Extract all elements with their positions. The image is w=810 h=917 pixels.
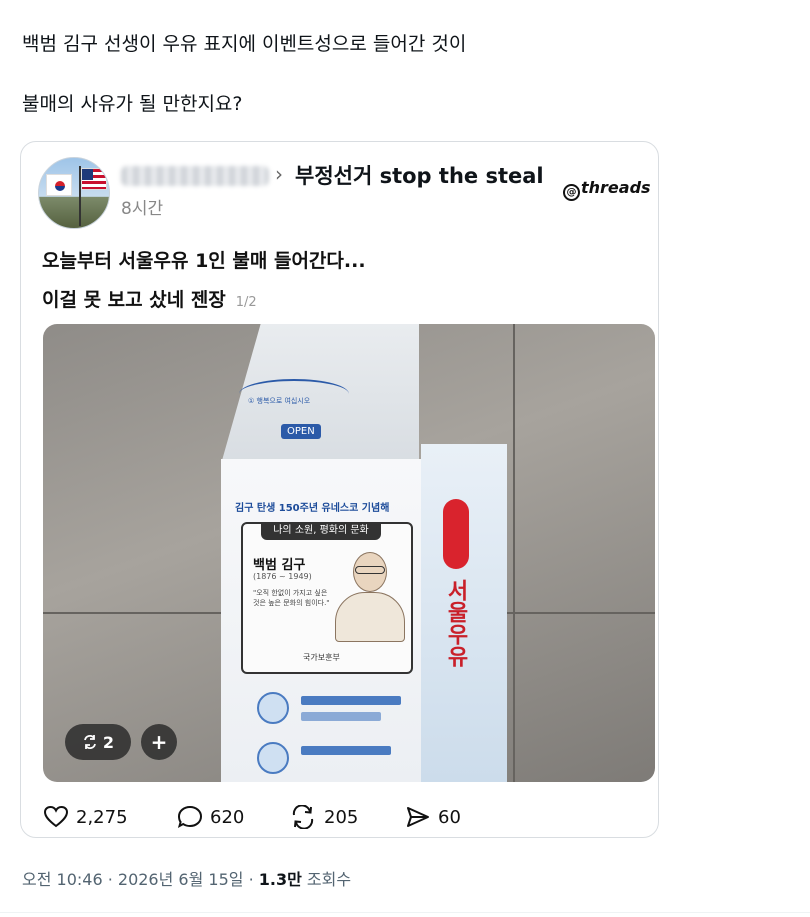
kim-gu-portrait-icon <box>335 548 405 642</box>
page-indicator: 1/2 <box>235 295 257 310</box>
carton-info-panel <box>253 686 413 782</box>
add-button[interactable]: + <box>141 724 177 760</box>
carton-title: 김구 탄생 150주년 유네스코 기념해 <box>235 503 390 514</box>
seoul-milk-logo-icon <box>443 499 469 569</box>
repost-count: 205 <box>324 806 359 828</box>
send-icon <box>407 807 429 827</box>
carton-open-label: OPEN <box>281 424 321 439</box>
repost-icon <box>84 735 96 749</box>
like-button[interactable]: 2,275 <box>43 805 128 829</box>
info-icon <box>257 742 289 774</box>
kim-gu-panel: 나의 소원, 평화의 문화 백범 김구 (1876 ~ 1949) "오직 한없… <box>241 522 413 674</box>
post-text-line-2: 불매의 사유가 될 만한지요? <box>22 93 243 115</box>
post-text-line-1: 백범 김구 선생이 우유 표지에 이벤트성으로 들어간 것이 <box>22 33 467 55</box>
comment-icon <box>177 805 203 828</box>
thread-text-line-1: 오늘부터 서울우유 1인 불매 들어간다... <box>42 250 366 272</box>
like-count: 2,275 <box>76 806 128 828</box>
post-image[interactable]: OPEN ① 행복으로 여십시오 서울우유 김구 탄생 150주년 유네스코 기… <box>43 324 655 782</box>
chevron-right-icon: › <box>275 162 283 186</box>
view-count: 1.3만 <box>258 870 302 889</box>
thread-text-line-2-content: 이걸 못 보고 샀네 젠장 <box>42 289 226 311</box>
us-flag-icon <box>81 168 107 190</box>
embedded-threads-card[interactable]: › 부정선거 stop the steal @ threads 8시간 오늘부터 … <box>20 141 659 838</box>
post-timestamp[interactable]: 오전 10:46 · 2026년 6월 15일 · <box>22 870 259 889</box>
carton-side: 서울우유 <box>421 444 507 782</box>
tile-grout <box>513 324 515 782</box>
heart-icon <box>43 805 69 828</box>
post-meta: 오전 10:46 · 2026년 6월 15일 · 1.3만 조회수 <box>22 866 351 890</box>
panel-name: 백범 김구 <box>253 558 306 573</box>
reply-button[interactable]: 620 <box>177 805 244 829</box>
reply-count: 620 <box>210 806 245 828</box>
blurred-username <box>121 166 269 186</box>
share-count: 60 <box>438 806 461 828</box>
info-icon <box>257 692 289 724</box>
carton-top-slogan: ① 행복으로 여십시오 <box>248 397 311 405</box>
threads-logo[interactable]: @ threads <box>563 178 651 201</box>
korean-flag-icon <box>46 174 72 196</box>
divider <box>0 912 810 913</box>
threads-wordmark: threads <box>581 178 651 197</box>
avatar[interactable] <box>38 157 110 229</box>
threads-icon: @ <box>563 184 580 201</box>
repost-button[interactable]: 205 <box>289 805 358 829</box>
panel-quote: "오직 한없이 가지고 싶은 것은 높은 문화의 힘이다." <box>253 589 330 607</box>
time-ago: 8시간 <box>121 199 164 219</box>
panel-heading: 나의 소원, 평화의 문화 <box>261 522 381 540</box>
media-repost-count: 2 <box>102 732 115 752</box>
repost-icon <box>292 805 314 829</box>
panel-seal: 국가보훈부 <box>303 653 340 662</box>
view-label: 조회수 <box>301 870 352 889</box>
carton-brand: 서울우유 <box>443 579 468 667</box>
community-name[interactable]: 부정선거 stop the steal <box>295 160 544 190</box>
panel-years: (1876 ~ 1949) <box>253 572 312 581</box>
thread-text-line-2: 이걸 못 보고 샀네 젠장 1/2 <box>42 285 257 312</box>
media-repost-badge[interactable]: 2 <box>65 724 131 760</box>
share-button[interactable]: 60 <box>405 805 461 829</box>
